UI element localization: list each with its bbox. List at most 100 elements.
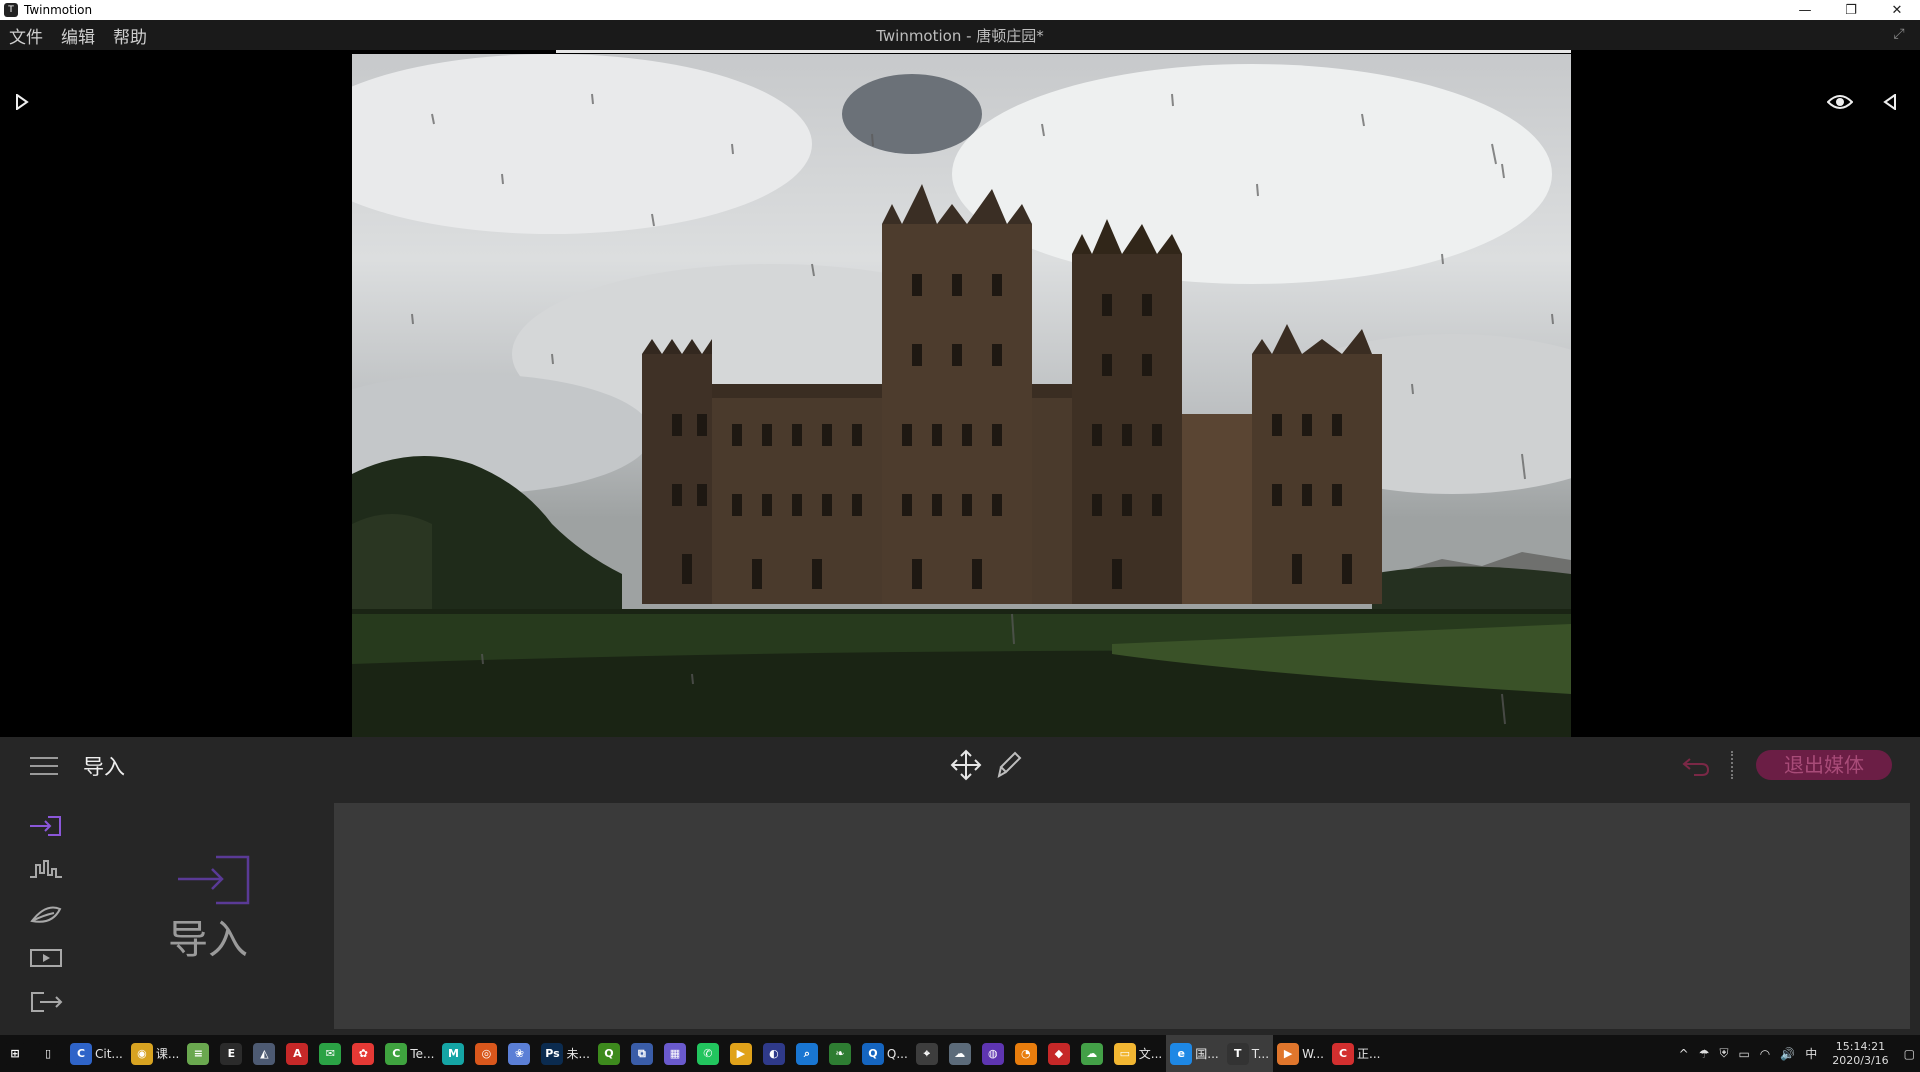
taskbar-item-label: 正... — [1357, 1047, 1381, 1061]
taskbar-item[interactable]: ☁ — [945, 1035, 978, 1072]
sketch-icon: ◭ — [253, 1042, 276, 1065]
player-icon: ▶ — [1277, 1042, 1300, 1065]
expand-right-panel-icon[interactable] — [1876, 88, 1904, 116]
taskbar-clock[interactable]: 15:14:21 2020/3/16 — [1822, 1040, 1898, 1068]
taskbar-item[interactable]: Q — [594, 1035, 627, 1072]
menu-file[interactable]: 文件 — [0, 23, 52, 48]
taskbar-item[interactable]: A — [282, 1035, 315, 1072]
wifi-icon[interactable]: ◠ — [1755, 1047, 1775, 1061]
viewport[interactable] — [0, 50, 1920, 737]
taskbar-item[interactable]: ✿ — [348, 1035, 381, 1072]
taskbar-item[interactable]: ❀ — [504, 1035, 537, 1072]
taskbar-item[interactable]: ✆ — [693, 1035, 726, 1072]
input-method-icon[interactable]: 中 — [1800, 1045, 1822, 1062]
houdini-icon: ◎ — [475, 1042, 498, 1065]
import-tile[interactable]: 导入 — [140, 853, 280, 963]
taskbar-item[interactable]: C Te... — [381, 1035, 438, 1072]
move-tool-icon[interactable] — [950, 749, 982, 781]
taskbar-item[interactable]: Ps 未... — [537, 1035, 593, 1072]
taskbar-item[interactable]: ◉ 课... — [127, 1035, 183, 1072]
taskbar-item-label: 文... — [1138, 1047, 1163, 1061]
app-globe-icon: ◍ — [981, 1042, 1004, 1065]
document-title: Twinmotion - 唐顿庄园* — [876, 26, 1044, 45]
taskbar-item[interactable]: E — [216, 1035, 249, 1072]
taskbar-item[interactable]: ⌕ — [792, 1035, 825, 1072]
taskbar-item-label: Cit... — [95, 1046, 123, 1061]
cloud-compare-icon: ☁ — [948, 1042, 971, 1065]
castle-scene-image — [352, 54, 1571, 737]
taskbar-item-label: T... — [1251, 1046, 1270, 1061]
taskbar-item[interactable]: M — [438, 1035, 471, 1072]
undo-icon[interactable] — [1680, 749, 1712, 781]
taskbar-item[interactable]: ✉ — [315, 1035, 348, 1072]
environment-tab-icon[interactable] — [28, 901, 64, 927]
taskbar-item[interactable]: ▭ 文... — [1110, 1035, 1166, 1072]
taskbar-item[interactable]: ▶ W... — [1273, 1035, 1328, 1072]
task-view-icon: ▯ — [37, 1042, 59, 1065]
export-tab-icon[interactable] — [28, 989, 64, 1015]
menu-edit[interactable]: 编辑 — [52, 23, 104, 48]
bottom-toolbar: 导入 退出媒体 — [0, 737, 1920, 793]
paint-tool-icon[interactable] — [993, 749, 1025, 781]
taskbar-item[interactable]: C Cit... — [66, 1035, 127, 1072]
taskbar-item[interactable]: Q Q... — [858, 1035, 912, 1072]
taskbar-item[interactable]: ◐ — [759, 1035, 792, 1072]
show-hidden-icons-icon[interactable]: ^ — [1674, 1047, 1694, 1061]
taskbar-item-label: 未... — [566, 1047, 590, 1061]
taskbar-item[interactable]: ≡ — [183, 1035, 216, 1072]
taskbar-item[interactable]: ☁ — [1077, 1035, 1110, 1072]
taskbar-item[interactable]: ◆ — [1044, 1035, 1077, 1072]
taskbar-item-label: Q... — [886, 1046, 908, 1061]
taskbar-item[interactable]: ◍ — [978, 1035, 1011, 1072]
menu-help[interactable]: 帮助 — [104, 23, 156, 48]
media-tab-icon[interactable] — [28, 945, 64, 971]
taskbar-item[interactable]: ▶ — [726, 1035, 759, 1072]
expand-left-panel-icon[interactable] — [8, 88, 36, 116]
taskbar-item[interactable]: ⧉ — [627, 1035, 660, 1072]
green-app-icon: ☁ — [1080, 1042, 1103, 1065]
taskbar-item[interactable]: C 正... — [1328, 1035, 1384, 1072]
taskbar-item[interactable]: ◔ — [1011, 1035, 1044, 1072]
cinema4d-icon: ◐ — [762, 1042, 785, 1065]
section-title: 导入 — [83, 755, 125, 779]
app-tray-icon[interactable]: ☂ — [1694, 1047, 1715, 1061]
app-blue-icon: ❀ — [508, 1042, 531, 1065]
taskbar-item[interactable]: ❧ — [825, 1035, 858, 1072]
taskbar-item[interactable]: T T... — [1222, 1035, 1274, 1072]
window-title-bar: T Twinmotion — ❐ ✕ — [0, 0, 1920, 20]
import-tab-icon[interactable] — [28, 813, 64, 839]
taskbar-item[interactable]: ◎ — [471, 1035, 504, 1072]
import-content-area[interactable] — [334, 803, 1910, 1029]
close-button[interactable]: ✕ — [1874, 0, 1920, 20]
taskbar-item[interactable]: e 国... — [1166, 1035, 1223, 1072]
maya-icon: M — [442, 1042, 465, 1065]
volume-icon[interactable]: 🔊 — [1775, 1047, 1800, 1061]
render-view[interactable] — [352, 54, 1571, 737]
taskbar-item[interactable]: ▯ — [33, 1035, 66, 1072]
context-tab-icon[interactable] — [28, 857, 64, 883]
battery-icon[interactable]: ▭ — [1733, 1047, 1754, 1061]
taskbar-item[interactable]: ◭ — [249, 1035, 282, 1072]
taskbar-item-label: Te... — [410, 1046, 435, 1061]
wechat-icon: ✉ — [319, 1042, 342, 1065]
eye-icon[interactable] — [1826, 88, 1854, 116]
taskbar-item[interactable]: ⊞ — [0, 1035, 33, 1072]
qgis-icon: Q — [597, 1042, 620, 1065]
restore-button[interactable]: ❐ — [1828, 0, 1874, 20]
minimize-button[interactable]: — — [1782, 0, 1828, 20]
camtasia-icon: C — [385, 1042, 408, 1065]
taskbar-item[interactable]: ⌖ — [912, 1035, 945, 1072]
notification-center-icon[interactable]: ▢ — [1899, 1047, 1920, 1061]
editor-red-icon: C — [1332, 1042, 1354, 1065]
taskbar-item-label: 国... — [1195, 1047, 1219, 1061]
ie-browser-icon: e — [1170, 1042, 1193, 1065]
hamburger-menu-icon[interactable] — [30, 757, 58, 775]
security-icon[interactable]: ⛨ — [1714, 1046, 1733, 1061]
system-tray: ^ ☂ ⛨ ▭ ◠ 🔊 中 15:14:21 2020/3/16 ▢ — [1674, 1035, 1920, 1072]
clock-time: 15:14:21 — [1835, 1039, 1886, 1053]
file-explorer-icon: ▭ — [1113, 1042, 1136, 1065]
exit-media-button[interactable]: 退出媒体 — [1756, 750, 1892, 780]
taskbar-item[interactable]: ▦ — [660, 1035, 693, 1072]
fullscreen-icon[interactable]: ⤢ — [1890, 26, 1908, 44]
target-icon: ⌖ — [915, 1042, 938, 1065]
